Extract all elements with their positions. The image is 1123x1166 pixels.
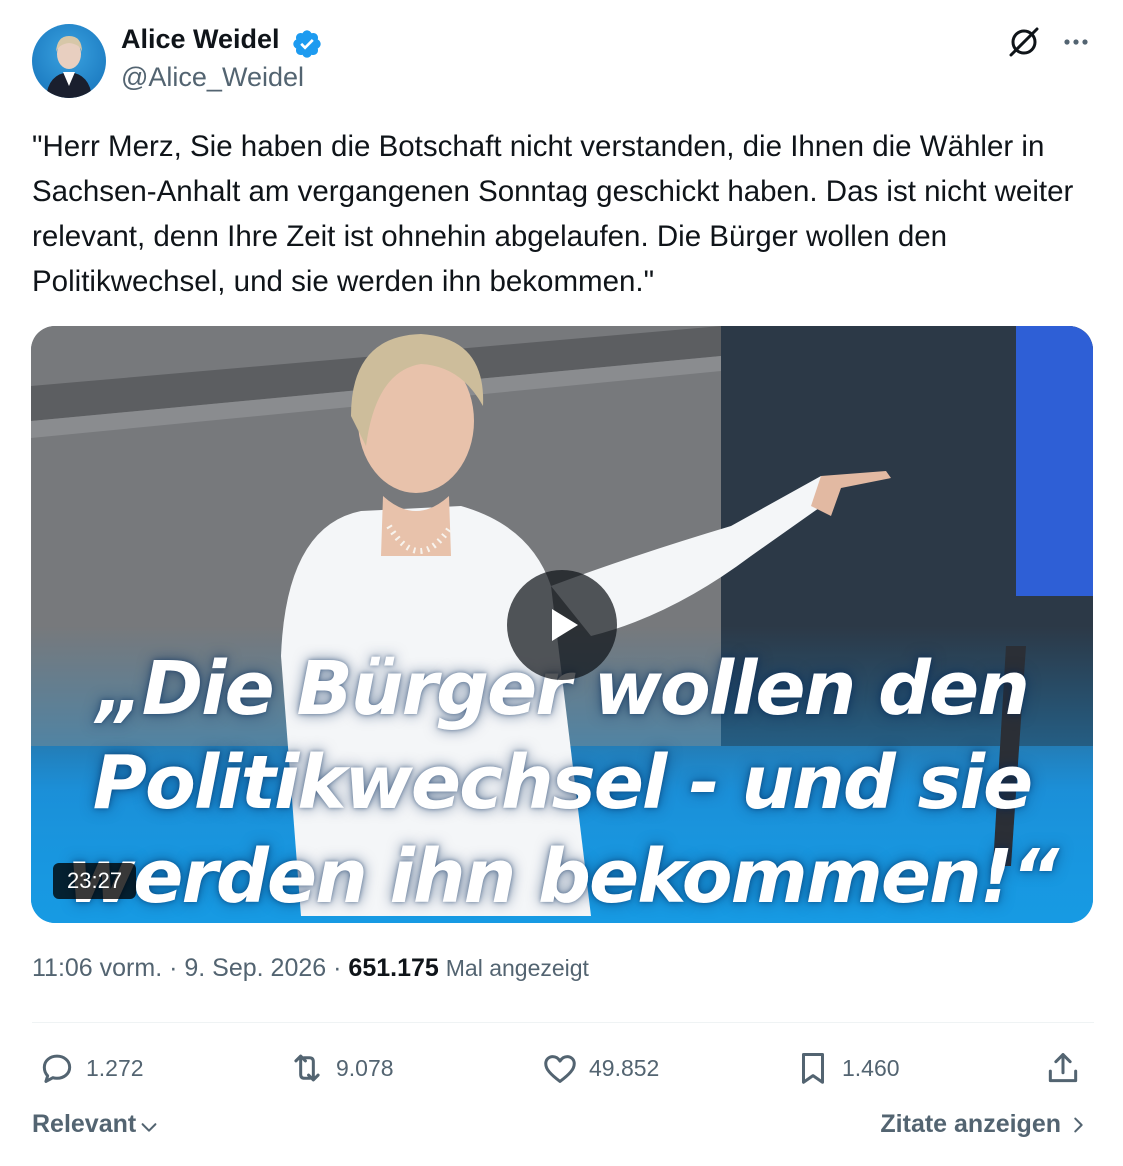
sort-label: Relevant [32, 1110, 137, 1138]
play-button[interactable] [507, 570, 617, 680]
reply-button[interactable]: 1.272 [38, 1046, 144, 1090]
repost-count: 9.078 [336, 1054, 394, 1081]
views-count: 651.175 [348, 954, 439, 982]
sort-replies-dropdown[interactable]: Relevant [32, 1110, 160, 1139]
video-duration: 23:27 [53, 863, 137, 899]
reply-icon [42, 1054, 72, 1083]
avatar[interactable] [32, 24, 106, 98]
video-media[interactable]: „Die Bürger wollen den Politikwechsel - … [31, 326, 1093, 923]
share-button[interactable] [1044, 1046, 1082, 1090]
repost-button[interactable]: 9.078 [288, 1046, 394, 1090]
tweet: Alice Weidel @Alice_Weidel "Herr Merz, S… [0, 0, 1123, 1166]
tweet-meta: 11:06 vorm. · 9. Sep. 2026 · 651.175 Mal… [32, 954, 589, 983]
divider [32, 1022, 1094, 1023]
like-icon [544, 1055, 576, 1083]
grok-icon[interactable] [1006, 24, 1042, 60]
like-count: 49.852 [589, 1054, 660, 1081]
bookmark-icon [801, 1053, 825, 1084]
author-name[interactable]: Alice Weidel [121, 24, 280, 55]
bookmark-count: 1.460 [842, 1054, 900, 1081]
repost-icon [294, 1054, 320, 1082]
chevron-right-icon [1074, 1117, 1083, 1132]
author-handle[interactable]: @Alice_Weidel [121, 62, 304, 93]
chevron-down-icon [141, 1122, 157, 1132]
tweet-date[interactable]: 9. Sep. 2026 [184, 954, 326, 982]
like-button[interactable]: 49.852 [541, 1046, 659, 1090]
reply-count: 1.272 [86, 1054, 144, 1081]
tweet-text: "Herr Merz, Sie haben die Botschaft nich… [32, 130, 1074, 298]
overlay-line: werden ihn bekommen!“ [66, 834, 1059, 920]
tweet-time[interactable]: 11:06 vorm. [32, 954, 162, 982]
play-icon [552, 609, 578, 641]
meta-separator: · [169, 954, 178, 982]
view-quotes-link[interactable]: Zitate anzeigen [880, 1110, 1089, 1139]
bookmark-button[interactable]: 1.460 [794, 1046, 900, 1090]
views-label: Mal angezeigt [445, 955, 589, 981]
verified-badge-icon [293, 30, 321, 58]
quotes-label: Zitate anzeigen [880, 1110, 1061, 1138]
share-icon [1048, 1053, 1078, 1083]
overlay-line: Politikwechsel - und sie [92, 740, 1033, 826]
meta-separator: · [333, 954, 342, 982]
video-overlay-text: „Die Bürger wollen den Politikwechsel - … [31, 642, 1093, 923]
more-icon[interactable] [1058, 24, 1094, 60]
